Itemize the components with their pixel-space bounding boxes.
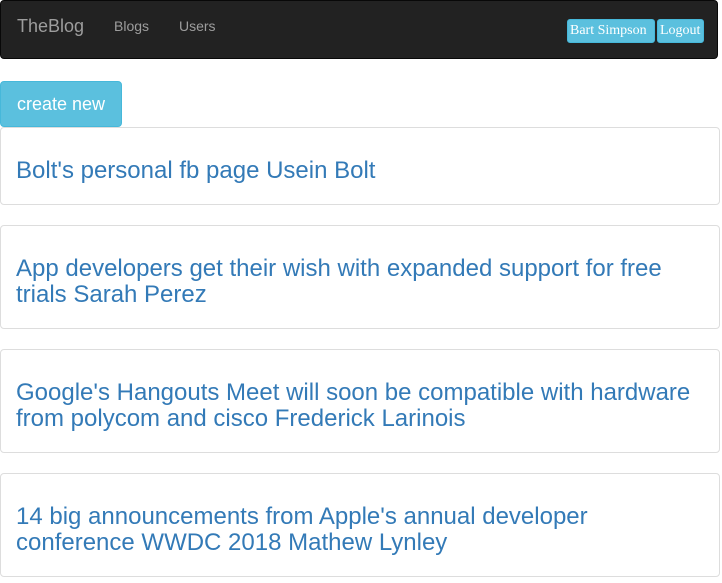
top-navbar: TheBlog Blogs Users Bart Simpson Logout [0, 0, 718, 59]
blog-title-link[interactable]: Bolt's personal fb page Usein Bolt [16, 158, 704, 184]
logout-button[interactable]: Logout [657, 19, 704, 43]
blog-list-item: 14 big announcements from Apple's annual… [0, 473, 720, 577]
nav-link-blogs[interactable]: Blogs [114, 17, 149, 35]
create-new-button[interactable]: create new [0, 81, 122, 127]
nav-link-users[interactable]: Users [179, 17, 216, 35]
current-user-button[interactable]: Bart Simpson [567, 19, 655, 43]
blog-list-item: Google's Hangouts Meet will soon be comp… [0, 349, 720, 453]
blog-title-link[interactable]: App developers get their wish with expan… [16, 256, 704, 308]
blog-list-item: App developers get their wish with expan… [0, 225, 720, 329]
blog-title-link[interactable]: 14 big announcements from Apple's annual… [16, 504, 704, 556]
blog-list-item: Bolt's personal fb page Usein Bolt [0, 127, 720, 205]
brand-link[interactable]: TheBlog [17, 15, 84, 37]
blog-title-link[interactable]: Google's Hangouts Meet will soon be comp… [16, 380, 704, 432]
